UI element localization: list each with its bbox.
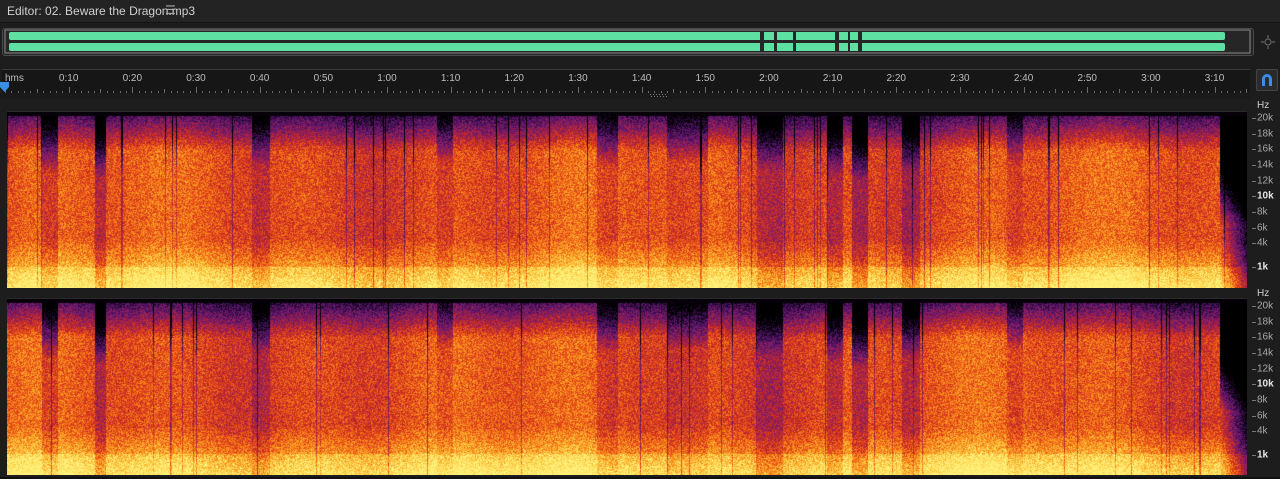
frequency-unit-label: Hz — [1257, 100, 1270, 111]
frequency-label: 4k — [1257, 237, 1268, 249]
frequency-unit-label: Hz — [1257, 288, 1270, 299]
frequency-tick — [1252, 165, 1256, 167]
frequency-label: 20k — [1257, 300, 1274, 312]
frequency-label: 6k — [1257, 222, 1268, 234]
frequency-tick — [1252, 149, 1256, 151]
frequency-tick — [1252, 196, 1256, 198]
frequency-label: 8k — [1257, 394, 1268, 406]
frequency-label: 6k — [1257, 410, 1268, 422]
time-label: 0:10 — [58, 73, 79, 84]
frequency-label: 8k — [1257, 206, 1268, 218]
time-label: 1:00 — [377, 73, 397, 84]
frequency-tick — [1252, 368, 1256, 370]
frequency-label: 14k — [1257, 159, 1274, 171]
frequency-tick — [1252, 455, 1256, 456]
snap-magnet-button[interactable] — [1256, 69, 1278, 91]
frequency-tick — [1252, 353, 1256, 355]
channel-top-divider — [0, 93, 1250, 99]
frequency-label: 10k — [1257, 378, 1274, 390]
frequency-label: 16k — [1257, 143, 1274, 155]
time-label: 0:20 — [122, 73, 143, 84]
frequency-scale-left: Hz 20k 18k 16k 14k 12k 10k 8k 6k 4k 1k — [1252, 100, 1280, 276]
magnet-icon — [1262, 74, 1272, 86]
time-label: 1:10 — [440, 73, 461, 84]
frequency-label: 12k — [1257, 175, 1274, 187]
time-label: 2:00 — [759, 73, 779, 84]
frequency-tick — [1252, 133, 1256, 135]
frequency-scale-right: Hz 20k 18k 16k 14k 12k 10k 8k 6k 4k 1k — [1252, 288, 1280, 464]
frequency-label: 16k — [1257, 331, 1274, 343]
time-label: 1:30 — [568, 73, 588, 84]
spectral-display-right-channel[interactable] — [7, 298, 1247, 475]
spectrogram-left — [7, 112, 1247, 288]
panel-resize-handle[interactable] — [650, 93, 670, 98]
time-label: 2:20 — [886, 73, 906, 84]
time-label: 0:30 — [186, 73, 206, 84]
overview-waveform-graphic — [4, 29, 1251, 54]
frequency-tick — [1252, 243, 1256, 245]
frequency-tick — [1252, 118, 1256, 119]
timeline-ruler[interactable]: hms 0:10 0:20 0:30 0:40 0:50 1:00 1:10 1:20 1:30… — [2, 69, 1250, 93]
frequency-label: 18k — [1257, 316, 1274, 328]
frequency-label: 14k — [1257, 347, 1274, 359]
hamburger-menu-icon[interactable]: ☰ — [165, 3, 176, 17]
frequency-tick — [1252, 321, 1256, 323]
frequency-label: 1k — [1257, 261, 1269, 273]
frequency-tick — [1252, 180, 1256, 182]
frequency-tick — [1252, 415, 1256, 417]
spectrogram-right — [7, 299, 1247, 475]
time-label: 2:40 — [1013, 73, 1034, 84]
frequency-tick — [1252, 400, 1256, 402]
time-label: 2:50 — [1077, 73, 1097, 84]
playhead-marker[interactable] — [0, 82, 9, 92]
time-label: 1:40 — [631, 73, 652, 84]
time-label: 0:50 — [313, 73, 334, 84]
frequency-label: 4k — [1257, 425, 1268, 437]
time-label: 3:10 — [1204, 73, 1225, 84]
frequency-label: 1k — [1257, 449, 1269, 461]
frequency-tick — [1252, 337, 1256, 339]
frequency-label: 18k — [1257, 128, 1274, 140]
overview-waveform[interactable] — [2, 28, 1254, 56]
frequency-tick — [1252, 306, 1256, 307]
time-label: 1:50 — [695, 73, 715, 84]
time-label: 0:40 — [249, 73, 270, 84]
spectral-display-left-channel[interactable] — [7, 111, 1247, 288]
zoom-navigator-icon[interactable] — [1260, 34, 1276, 50]
time-label: 2:30 — [950, 73, 970, 84]
frequency-label: 10k — [1257, 190, 1274, 202]
frequency-tick — [1252, 227, 1256, 229]
frequency-tick — [1252, 431, 1256, 433]
editor-title-bar: Editor: 02. Beware the Dragon.mp3 ☰ — [0, 0, 1280, 23]
frequency-label: 12k — [1257, 363, 1274, 375]
time-label: 1:20 — [504, 73, 524, 84]
time-label: 2:10 — [822, 73, 843, 84]
time-label: 3:00 — [1141, 73, 1161, 84]
frequency-label: 20k — [1257, 112, 1274, 124]
frequency-tick — [1252, 384, 1256, 386]
frequency-tick — [1252, 267, 1256, 268]
frequency-tick — [1252, 212, 1256, 214]
